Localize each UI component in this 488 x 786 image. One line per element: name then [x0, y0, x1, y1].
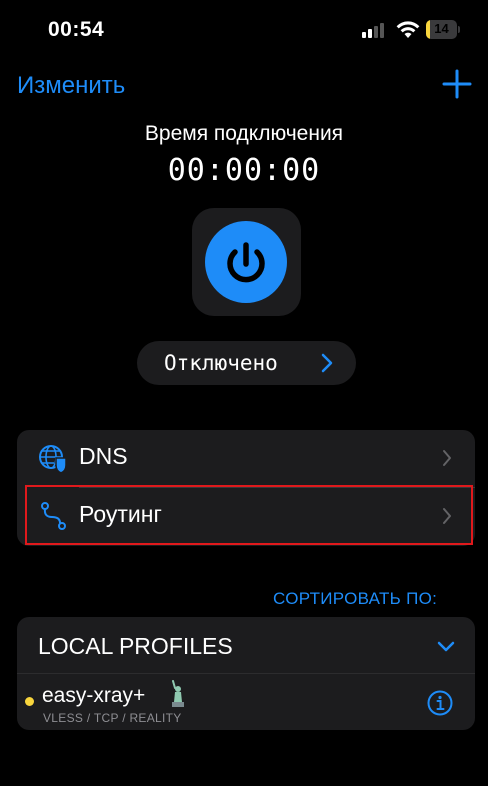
connection-timer: 00:00:00 [167, 153, 321, 188]
chevron-right-icon [321, 353, 333, 373]
status-dot [25, 697, 34, 706]
power-icon [227, 242, 265, 283]
power-button[interactable] [192, 208, 301, 316]
profiles-section: LOCAL PROFILES easy-xray+ VLESS / TCP / … [17, 617, 475, 730]
settings-item-dns[interactable]: DNS [17, 430, 475, 486]
cellular-signal-icon [362, 22, 388, 38]
chevron-right-icon [443, 450, 451, 466]
connection-status-label: Отключено [164, 351, 278, 375]
settings-item-label: DNS [79, 443, 128, 469]
add-button[interactable] [442, 69, 472, 99]
battery-percent: 14 [434, 21, 449, 36]
connection-time-label: Время подключения [144, 122, 344, 145]
profiles-section-title: LOCAL PROFILES [38, 633, 233, 659]
divider [17, 673, 475, 674]
statue-of-liberty-emoji-icon [172, 680, 184, 707]
chevron-down-icon[interactable] [437, 641, 455, 653]
highlight-box [25, 485, 473, 545]
connection-status-button[interactable]: Отключено [137, 341, 356, 385]
battery-icon: 14 [426, 20, 460, 39]
profile-name: easy-xray+ [42, 684, 146, 707]
sort-button[interactable]: СОРТИРОВАТЬ ПО: [273, 589, 437, 609]
globe-shield-icon [39, 445, 67, 473]
profile-protocol: VLESS / TCP / REALITY [43, 711, 182, 725]
wifi-icon [396, 21, 420, 38]
edit-button[interactable]: Изменить [17, 72, 125, 100]
status-time: 00:54 [48, 18, 105, 41]
info-icon[interactable] [427, 690, 453, 716]
